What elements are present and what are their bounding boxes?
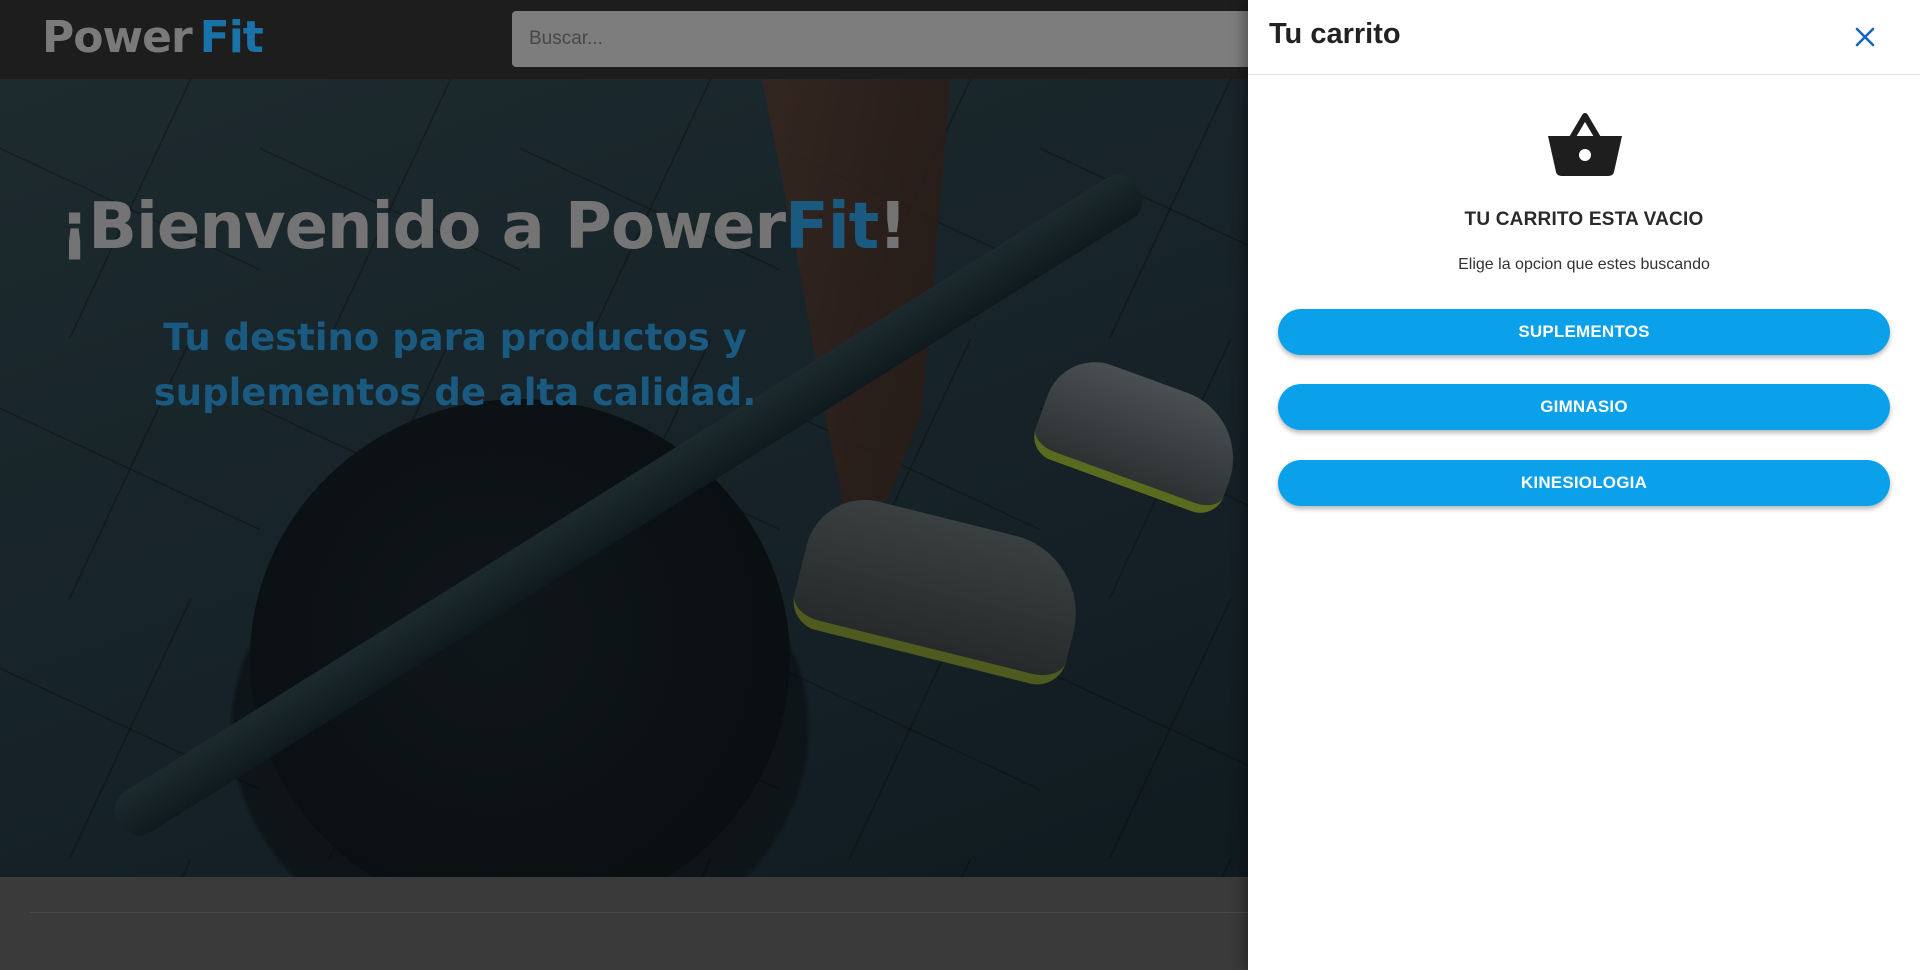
suplementos-button[interactable]: SUPLEMENTOS	[1278, 309, 1890, 355]
cart-title: Tu carrito	[1269, 18, 1401, 50]
cart-drawer-header: Tu carrito	[1248, 0, 1920, 75]
page-below-hero	[0, 877, 1248, 970]
logo-power-text: Power	[42, 12, 193, 63]
hero-subtitle: Tu destino para productos y suplementos …	[153, 316, 757, 414]
basket-icon	[1548, 113, 1622, 176]
gimnasio-button[interactable]: GIMNASIO	[1278, 384, 1890, 430]
kinesiologia-button[interactable]: KINESIOLOGIA	[1278, 460, 1890, 506]
cart-drawer: Tu carrito TU CARRITO ESTA VACIO Elige l…	[1248, 0, 1920, 970]
empty-cart-title: TU CARRITO ESTA VACIO	[1464, 209, 1704, 230]
empty-cart-subtitle: Elige la opcion que estes buscando	[1458, 256, 1710, 273]
logo[interactable]: Power Fit	[42, 12, 264, 63]
hero-title-prefix: ¡Bienvenido a Power	[60, 190, 786, 264]
close-cart-button[interactable]	[1848, 20, 1882, 54]
close-icon	[1855, 27, 1875, 47]
logo-fit-text: Fit	[199, 12, 264, 63]
hero-title: ¡Bienvenido a PowerFit!	[60, 190, 907, 264]
hero-title-suffix: !	[878, 190, 907, 264]
section-divider	[30, 912, 1248, 913]
hero-title-fit: Fit	[785, 190, 879, 264]
